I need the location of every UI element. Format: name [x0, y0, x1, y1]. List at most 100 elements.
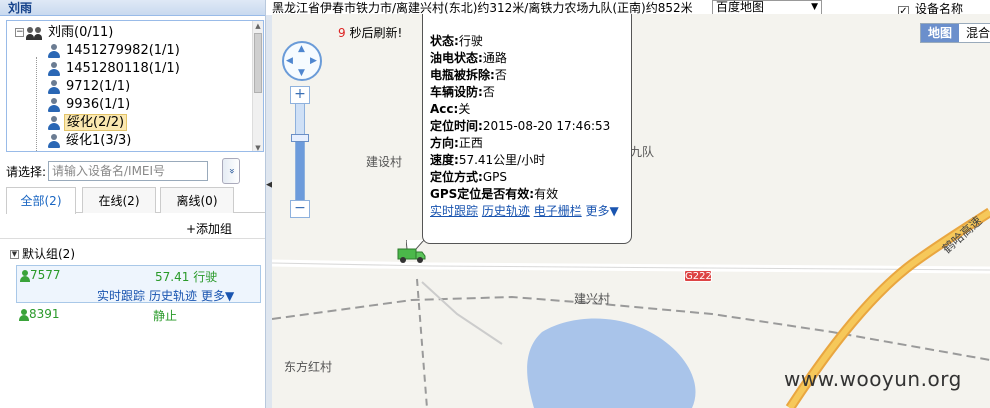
lake — [527, 318, 696, 408]
group-label: 默认组(2) — [22, 247, 75, 261]
expand-dropdown-button[interactable]: » — [222, 158, 240, 184]
zoom-slider[interactable] — [295, 104, 305, 200]
tab-map[interactable]: 地图 — [921, 24, 959, 42]
popup-row: 状态:行驶 — [430, 33, 631, 50]
device-online-icon — [20, 269, 30, 282]
more-link[interactable]: 更多▼ — [201, 289, 234, 303]
scroll-down-icon[interactable]: ▼ — [253, 143, 263, 151]
tree-item-label: 9712(1/1) — [66, 79, 131, 94]
collapse-triangle-icon[interactable]: ▼ — [10, 250, 19, 259]
popup-key: Acc: — [430, 102, 459, 116]
tab-online[interactable]: 在线(2) — [82, 187, 156, 213]
tree-root-label: 刘雨(0/11) — [48, 25, 114, 40]
zoom-level-fill — [296, 136, 304, 200]
pan-right-icon[interactable]: ▶ — [310, 56, 317, 66]
refresh-seconds: 9 — [338, 26, 346, 40]
popup-key: GPS定位是否有效: — [430, 187, 535, 201]
realtime-track-link[interactable]: 实时跟踪 — [97, 289, 145, 303]
popup-value: 行驶 — [458, 34, 483, 48]
scroll-thumb[interactable] — [254, 33, 262, 93]
map-canvas[interactable]: 9 秒后刷新! ▲ ▼ ◀ ▶ + − 地图 混合 建设村 九队 建兴村 东方红… — [272, 14, 990, 408]
scroll-up-icon[interactable]: ▲ — [253, 21, 263, 31]
map-label-village: 东方红村 — [284, 360, 333, 374]
panel-title: 刘雨 — [0, 0, 265, 16]
popup-key: 车辆设防: — [430, 85, 483, 99]
truck-icon[interactable] — [397, 246, 427, 264]
popup-value: 通路 — [482, 51, 507, 65]
device-online-icon — [19, 308, 29, 321]
tree-item[interactable]: 9936(1/1) — [7, 96, 253, 114]
tree-item[interactable]: 1451279982(1/1) — [7, 42, 253, 60]
collapse-icon[interactable]: − — [15, 28, 24, 37]
user-icon — [47, 61, 61, 76]
popup-key: 油电状态: — [430, 51, 483, 65]
device-search-input[interactable] — [48, 161, 208, 181]
popup-value: 57.41公里/小时 — [458, 153, 546, 167]
tab-all[interactable]: 全部(2) — [6, 187, 76, 214]
popup-value: 正西 — [458, 136, 483, 150]
popup-key: 状态: — [430, 34, 459, 48]
device-name: 8391 — [29, 307, 60, 321]
popup-row: 定位时间:2015-08-20 17:46:53 — [430, 118, 631, 135]
group-list: ▼ 默认组(2) 7577 57.41 行驶 实时跟踪 历史轨迹 更多▼ 8391 静… — [0, 238, 265, 408]
pan-left-icon[interactable]: ◀ — [286, 56, 293, 66]
popup-row: 速度:57.41公里/小时 — [430, 152, 631, 169]
realtime-track-link[interactable]: 实时跟踪 — [430, 204, 478, 218]
device-select-row: 请选择: » — [6, 158, 242, 184]
group-header[interactable]: ▼ 默认组(2) — [10, 245, 75, 262]
map-provider-select[interactable]: 百度地图 ▼ — [712, 0, 822, 15]
map-provider-value: 百度地图 — [716, 0, 765, 14]
status-tabs: 全部(2) 在线(2) 离线(0) — [6, 187, 265, 214]
device-row[interactable]: 8391 静止 — [18, 305, 263, 323]
tree-item-label: 1451280118(1/1) — [66, 61, 180, 76]
popup-value: 有效 — [534, 187, 559, 201]
popup-row: 电瓶被拆除:否 — [430, 67, 631, 84]
popup-row: GPS定位是否有效:有效 — [430, 186, 631, 203]
popup-key: 定位方式: — [430, 170, 483, 184]
popup-key: 速度: — [430, 153, 459, 167]
device-status: 行驶 — [193, 270, 218, 284]
pan-up-icon[interactable]: ▲ — [298, 44, 305, 54]
tree-scrollbar[interactable]: ▲ ▼ — [252, 21, 263, 151]
history-track-link[interactable]: 历史轨迹 — [149, 289, 197, 303]
popup-key: 方向: — [430, 136, 459, 150]
more-link[interactable]: 更多▼ — [586, 204, 619, 218]
tree-item[interactable]: 9712(1/1) — [7, 78, 253, 96]
tree-item-label: 1451279982(1/1) — [66, 43, 180, 58]
group-icon — [26, 26, 44, 40]
tab-hybrid[interactable]: 混合 — [961, 24, 990, 42]
path — [421, 281, 503, 345]
pan-down-icon[interactable]: ▼ — [298, 68, 305, 78]
tree-item[interactable]: 绥化1(3/3) — [7, 132, 253, 150]
map-label-village: 建设村 — [366, 155, 403, 169]
user-icon — [47, 43, 61, 58]
tree-item-label: 绥化(2/2) — [64, 114, 128, 131]
map-label-village: 建兴村 — [574, 292, 611, 306]
zoom-in-button[interactable]: + — [290, 86, 310, 104]
tree-item-selected[interactable]: 绥化(2/2) — [7, 114, 253, 132]
device-info-popup: 状态:行驶 油电状态:通路 电瓶被拆除:否 车辆设防:否 Acc:关 定位时间:… — [422, 14, 632, 244]
left-panel: 刘雨 − 刘雨(0/11) 1451279982(1/1) 1451280118(… — [0, 0, 266, 408]
zoom-handle[interactable] — [291, 134, 309, 142]
device-name: 7577 — [30, 268, 61, 282]
device-row[interactable]: 7577 57.41 行驶 实时跟踪 历史轨迹 更多▼ — [16, 265, 261, 303]
user-icon — [47, 97, 61, 112]
tree-root[interactable]: − 刘雨(0/11) — [7, 24, 253, 42]
user-icon — [47, 79, 61, 94]
pan-control[interactable]: ▲ ▼ ◀ ▶ — [282, 41, 322, 81]
tree-item-label: 9936(1/1) — [66, 97, 131, 112]
add-group-link[interactable]: +添加组 — [186, 220, 232, 237]
road-number-badge: G222 — [684, 270, 712, 282]
refresh-countdown: 9 秒后刷新! — [338, 24, 402, 41]
popup-value: 否 — [482, 85, 495, 99]
history-track-link[interactable]: 历史轨迹 — [482, 204, 530, 218]
geofence-link[interactable]: 电子栅栏 — [534, 204, 582, 218]
user-icon — [47, 133, 61, 148]
popup-value: GPS — [482, 170, 507, 184]
tree-item[interactable]: 1451280118(1/1) — [7, 60, 253, 78]
map-mode-tabs: 地图 混合 — [920, 23, 990, 43]
tab-offline[interactable]: 离线(0) — [160, 187, 234, 213]
popup-value: 关 — [458, 102, 471, 116]
tree-item-label: 绥化1(3/3) — [66, 133, 132, 148]
zoom-out-button[interactable]: − — [290, 200, 310, 218]
